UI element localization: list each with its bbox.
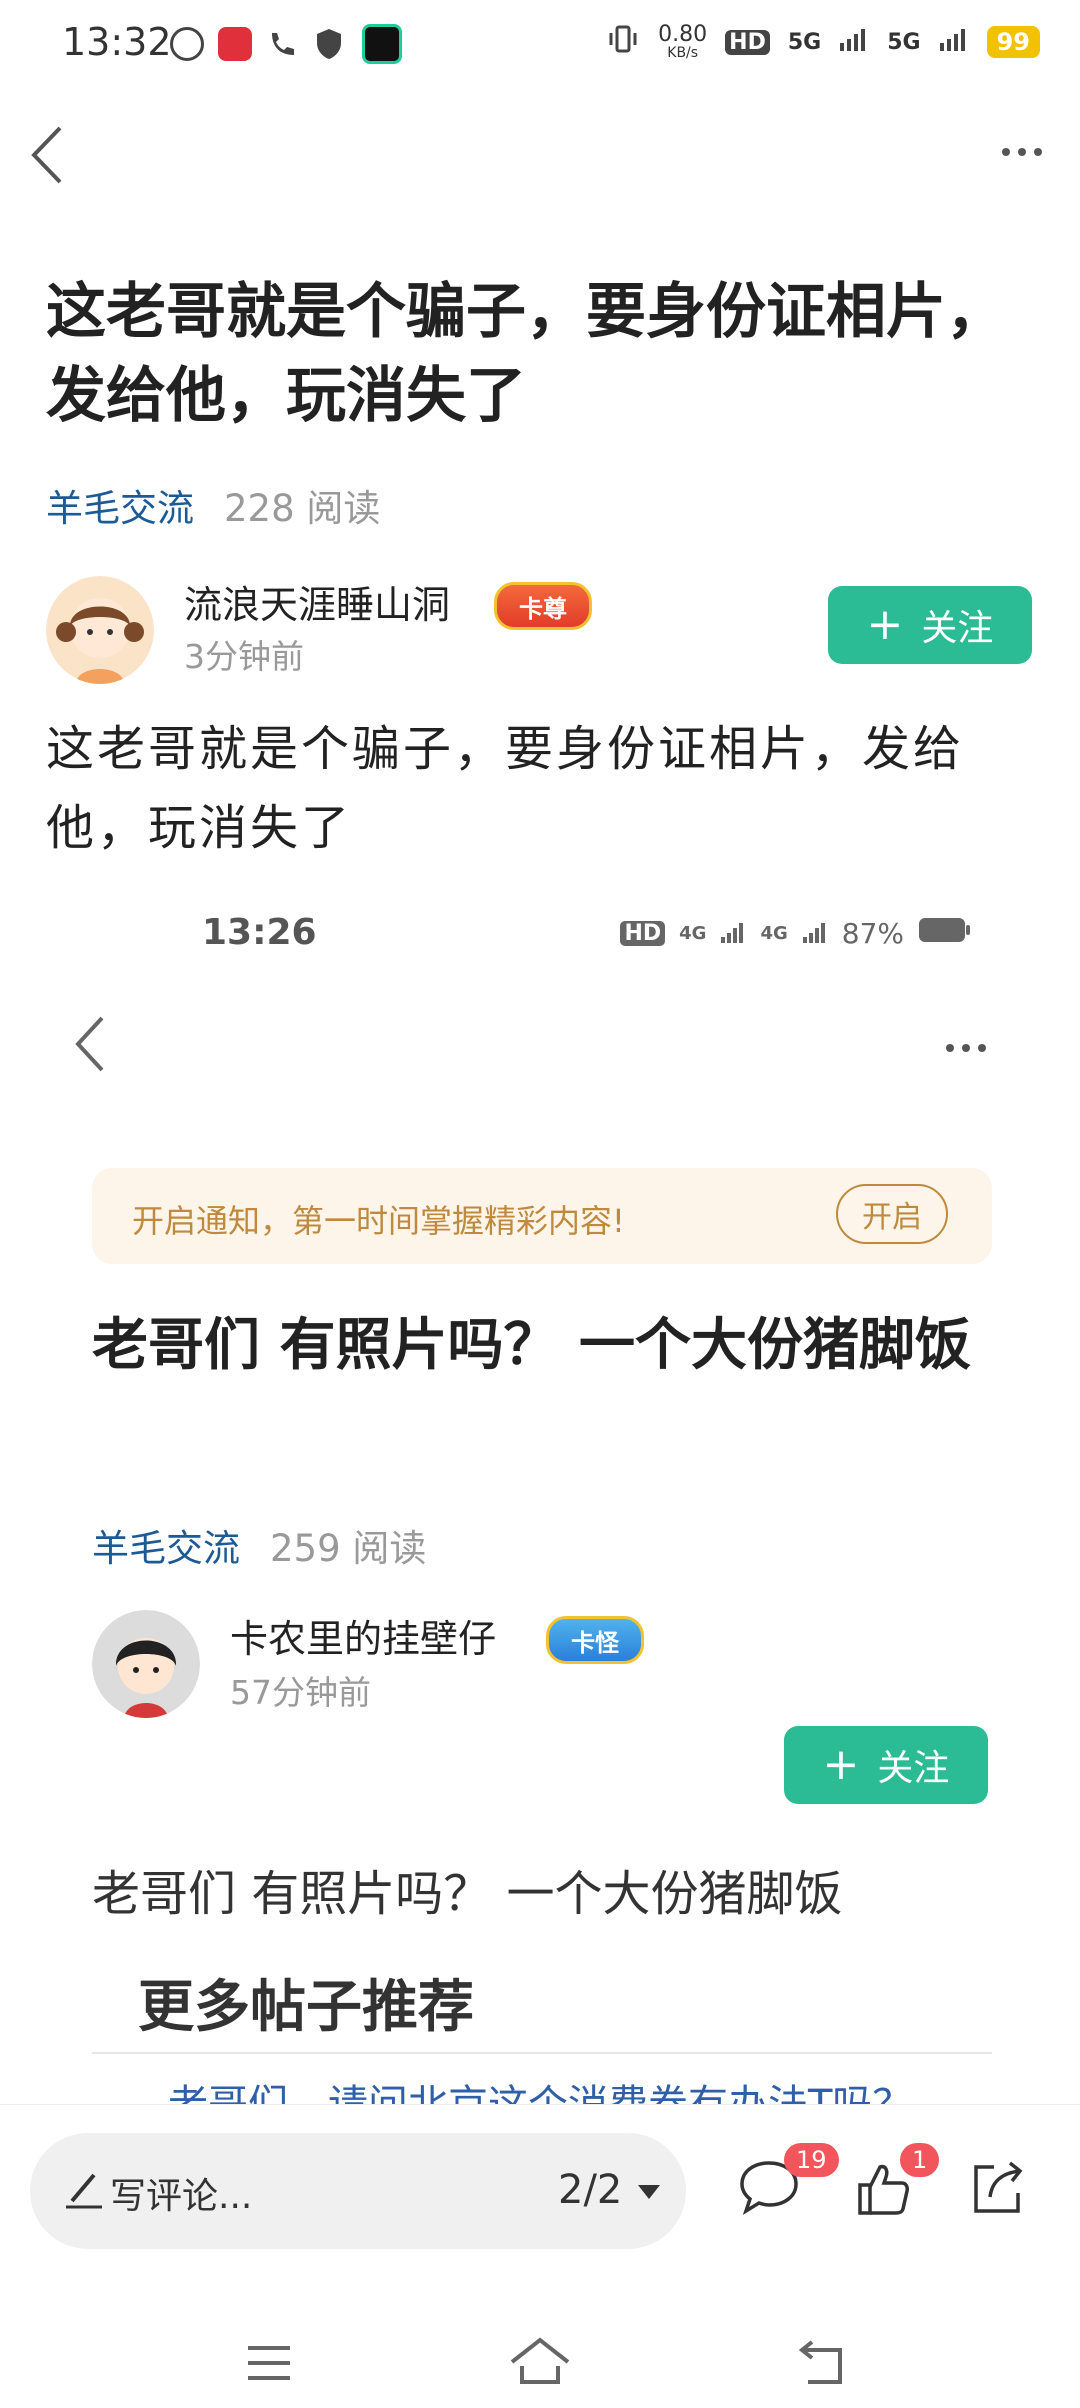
post-title: 这老哥就是个骗子，要身份证相片，发给他，玩消失了 bbox=[46, 277, 1006, 431]
read-count: 228 阅读 bbox=[224, 487, 381, 530]
forum-link[interactable]: 羊毛交流 bbox=[46, 478, 194, 532]
battery-indicator: 99 bbox=[986, 26, 1040, 58]
signal-5g-2: 5G bbox=[887, 29, 921, 55]
comment-count-badge: 19 bbox=[784, 2143, 839, 2177]
post-time: 3分钟前 bbox=[184, 637, 304, 676]
app-red-icon bbox=[218, 27, 252, 61]
author-badge: 卡尊 bbox=[494, 582, 592, 630]
notification-banner: 开启通知，第一时间掌握精彩内容! 开启 bbox=[92, 1168, 992, 1264]
signal-bars-icon bbox=[939, 27, 969, 57]
hand-icon bbox=[170, 27, 204, 61]
signal-bars-icon bbox=[720, 917, 746, 950]
status-notification-icons bbox=[170, 24, 402, 64]
embedded-forum-link: 羊毛交流 bbox=[92, 1527, 240, 1570]
plus-icon: + bbox=[822, 1739, 860, 1790]
pencil-icon bbox=[64, 2167, 104, 2215]
signal-4g-2: 4G bbox=[760, 923, 788, 944]
embedded-post-title: 老哥们 有照片吗？ 一个大份猪脚饭 bbox=[92, 1313, 971, 1378]
system-nav-bar bbox=[0, 2318, 1080, 2408]
notice-text: 开启通知，第一时间掌握精彩内容! bbox=[132, 1202, 625, 1240]
missed-call-icon bbox=[266, 27, 300, 61]
menu-icon bbox=[248, 2346, 290, 2380]
hd-icon: HD bbox=[725, 29, 770, 55]
notice-enable-button: 开启 bbox=[836, 1184, 948, 1244]
net-speed: 0.80 KB/s bbox=[658, 22, 708, 61]
divider bbox=[92, 2052, 992, 2054]
post-meta: 羊毛交流 228 阅读 bbox=[46, 478, 380, 532]
hd-icon: HD bbox=[620, 921, 666, 946]
badge-label: 卡怪 bbox=[571, 1628, 619, 1657]
embedded-post-time: 57分钟前 bbox=[230, 1673, 371, 1712]
vibrate-icon bbox=[606, 22, 640, 62]
more-posts-heading: 更多帖子推荐 bbox=[138, 1975, 474, 2040]
embedded-back-button bbox=[72, 1012, 108, 1080]
return-icon bbox=[798, 2340, 842, 2384]
status-time: 13:32 bbox=[62, 20, 172, 64]
share-icon bbox=[974, 2161, 1023, 2213]
author-name[interactable]: 流浪天涯睡山洞 bbox=[184, 574, 450, 629]
badge-label: 卡尊 bbox=[519, 594, 567, 623]
bottom-action-bar: 写评论... 2/2 19 1 bbox=[0, 2104, 1080, 2319]
net-speed-unit: KB/s bbox=[667, 45, 699, 61]
triangle-down-icon bbox=[638, 2185, 660, 2199]
status-system-icons: 0.80 KB/s HD 5G 5G 99 bbox=[606, 22, 1040, 62]
embedded-post-body: 老哥们 有照片吗？ 一个大份猪脚饭 bbox=[92, 1866, 843, 1922]
shield-icon bbox=[314, 27, 348, 61]
post-body: 这老哥就是个骗子，要身份证相片，发给他，玩消失了 bbox=[46, 721, 965, 857]
embedded-author-badge: 卡怪 bbox=[546, 1616, 644, 1664]
home-nav-button[interactable] bbox=[508, 2336, 572, 2390]
page-indicator: 2/2 bbox=[558, 2167, 623, 2213]
signal-5g-1: 5G bbox=[787, 29, 822, 55]
menu-nav-button[interactable] bbox=[246, 2344, 292, 2386]
app-green-icon bbox=[362, 24, 402, 64]
like-count-badge: 1 bbox=[900, 2143, 940, 2177]
more-dots-icon bbox=[946, 1044, 954, 1052]
back-nav-button[interactable] bbox=[798, 2340, 850, 2392]
comment-placeholder: 写评论... bbox=[110, 2176, 253, 2217]
embedded-status-time: 13:26 bbox=[202, 912, 317, 953]
embedded-follow-button: + 关注 bbox=[784, 1726, 988, 1804]
battery-icon bbox=[918, 916, 972, 951]
page-dropdown-button[interactable] bbox=[636, 2183, 662, 2205]
embedded-more-menu bbox=[946, 1044, 986, 1052]
embedded-post-meta: 羊毛交流 259 阅读 bbox=[92, 1518, 426, 1572]
comment-input[interactable]: 写评论... 2/2 bbox=[30, 2133, 686, 2249]
follow-label: 关注 bbox=[921, 608, 994, 649]
back-button[interactable] bbox=[28, 120, 68, 194]
follow-button[interactable]: + 关注 bbox=[828, 586, 1032, 664]
author-avatar[interactable] bbox=[46, 576, 154, 684]
follow-label: 关注 bbox=[877, 1748, 950, 1789]
chevron-left-icon bbox=[31, 126, 62, 184]
more-dots-icon bbox=[1002, 148, 1010, 156]
plus-icon: + bbox=[866, 599, 904, 650]
home-icon bbox=[510, 2337, 570, 2384]
chevron-left-icon bbox=[75, 1016, 104, 1072]
net-speed-value: 0.80 bbox=[658, 22, 708, 47]
signal-4g-1: 4G bbox=[679, 923, 707, 944]
signal-bars-icon bbox=[802, 917, 828, 950]
battery-percent: 87% bbox=[841, 917, 904, 950]
embedded-author-name: 卡农里的挂壁仔 bbox=[230, 1617, 497, 1661]
embedded-author-avatar bbox=[92, 1610, 200, 1718]
share-button[interactable] bbox=[968, 2159, 1032, 2223]
embedded-status-icons: HD 4G 4G 87% bbox=[620, 916, 972, 951]
signal-bars-icon bbox=[839, 27, 869, 57]
embedded-read-count: 259 阅读 bbox=[270, 1527, 427, 1570]
more-menu-button[interactable] bbox=[1002, 148, 1042, 156]
